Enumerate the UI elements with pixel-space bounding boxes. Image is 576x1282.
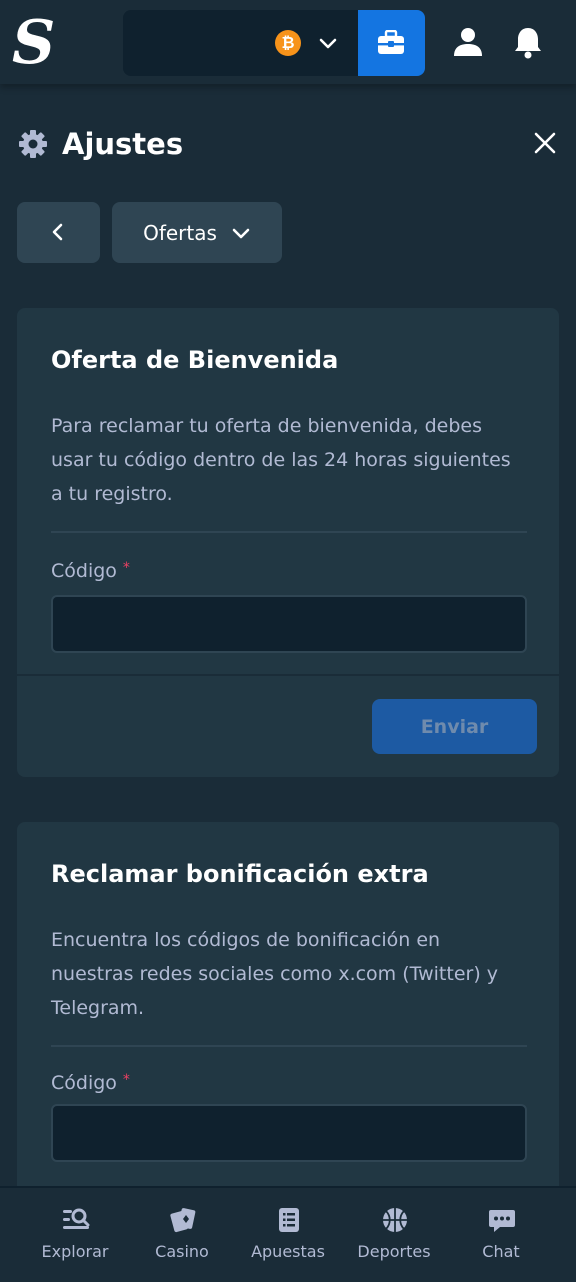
welcome-code-input[interactable]: [51, 595, 527, 653]
nav-label: Deportes: [357, 1242, 431, 1261]
code-label: Código *: [51, 560, 130, 582]
divider: [17, 674, 559, 676]
nav-item-bets[interactable]: Apuestas: [233, 1188, 343, 1282]
nav-label: Explorar: [41, 1242, 109, 1261]
nav-item-sports[interactable]: Deportes: [339, 1188, 449, 1282]
section-dropdown-label: Ofertas: [143, 220, 217, 245]
extra-bonus-card: Reclamar bonificación extra Encuentra lo…: [17, 822, 559, 1202]
welcome-offer-description: Para reclamar tu oferta de bienvenida, d…: [51, 415, 511, 505]
cards-icon: [170, 1208, 196, 1233]
chevron-down-icon: [319, 38, 337, 49]
extra-bonus-description: Encuentra los códigos de bonificación en…: [51, 929, 499, 1019]
wallet-button[interactable]: [358, 10, 425, 76]
bonus-code-input[interactable]: [51, 1104, 527, 1162]
nav-label: Casino: [155, 1242, 209, 1261]
code-label-text: Código: [51, 1072, 117, 1094]
chevron-down-icon: [232, 228, 250, 238]
chevron-left-icon: [52, 223, 63, 241]
nav-label: Apuestas: [251, 1242, 325, 1261]
page-title: Ajustes: [62, 127, 184, 161]
nav-item-chat[interactable]: Chat: [446, 1188, 556, 1282]
back-button[interactable]: [17, 202, 100, 263]
required-mark: *: [122, 560, 130, 576]
extra-bonus-title: Reclamar bonificación extra: [51, 860, 429, 888]
welcome-offer-title: Oferta de Bienvenida: [51, 346, 339, 374]
settings-header: Ajustes: [18, 124, 183, 164]
chat-icon: [489, 1210, 515, 1232]
bell-icon[interactable]: [508, 22, 548, 62]
divider: [51, 531, 527, 533]
code-label-text: Código: [51, 560, 117, 582]
nav-item-casino[interactable]: Casino: [127, 1188, 237, 1282]
top-bar: S ₿: [0, 0, 576, 84]
user-icon[interactable]: [448, 22, 488, 62]
close-icon[interactable]: [530, 128, 560, 158]
bottom-nav: Explorar Casino Apuestas Deportes Chat: [0, 1186, 576, 1280]
code-label: Código *: [51, 1072, 130, 1094]
nav-item-explore[interactable]: Explorar: [20, 1188, 130, 1282]
basketball-icon: [383, 1208, 407, 1232]
wallet-icon: [378, 30, 404, 54]
nav-label: Chat: [482, 1242, 520, 1261]
gear-icon: [19, 130, 47, 158]
divider: [51, 1045, 527, 1047]
bitcoin-icon: ₿: [275, 30, 301, 56]
submit-button[interactable]: Enviar: [372, 699, 537, 754]
balance-selector[interactable]: ₿: [123, 10, 359, 76]
betslip-icon: [279, 1208, 299, 1232]
required-mark: *: [122, 1072, 130, 1088]
section-dropdown[interactable]: Ofertas: [112, 202, 282, 263]
welcome-offer-card: Oferta de Bienvenida Para reclamar tu of…: [17, 308, 559, 777]
explore-icon: [63, 1208, 90, 1229]
site-logo[interactable]: S: [12, 12, 56, 74]
